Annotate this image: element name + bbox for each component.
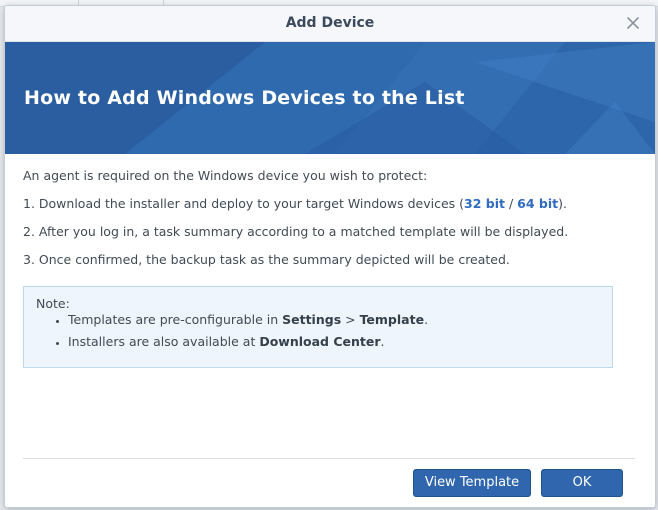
note-list: Templates are pre-configurable in Settin… <box>24 309 428 353</box>
step-2: 2. After you log in, a task summary acco… <box>23 224 569 239</box>
dialog-titlebar: Add Device <box>5 6 655 42</box>
instruction-banner: How to Add Windows Devices to the List <box>5 42 655 154</box>
link-separator: / <box>505 196 518 211</box>
note-item-text: Installers are also available at <box>68 334 260 349</box>
note-item-suffix: . <box>424 312 429 327</box>
path-separator: > <box>341 312 360 327</box>
template-label: Template <box>359 312 425 327</box>
dialog-title: Add Device <box>285 15 375 31</box>
note-box: Note: Templates are pre-configurable in … <box>23 286 613 368</box>
step-1-suffix: ). <box>558 196 567 211</box>
footer-divider <box>23 458 635 459</box>
step-1: 1. Download the installer and deploy to … <box>23 194 635 222</box>
note-item-installers: Installers are also available at Downloa… <box>68 331 428 353</box>
view-template-button[interactable]: View Template <box>413 469 531 497</box>
note-item-suffix: . <box>380 334 385 349</box>
download-64bit-link[interactable]: 64 bit <box>517 196 558 211</box>
step-3: 3. Once confirmed, the backup task as th… <box>23 252 510 267</box>
note-item-templates: Templates are pre-configurable in Settin… <box>68 309 428 331</box>
note-item-text: Templates are pre-configurable in <box>68 312 283 327</box>
download-32bit-link[interactable]: 32 bit <box>464 196 505 211</box>
add-device-dialog: Add Device How to Add Windows Devices to… <box>4 5 656 508</box>
download-center-label: Download Center <box>259 334 381 349</box>
ok-button[interactable]: OK <box>541 469 623 497</box>
instructions: An agent is required on the Windows devi… <box>23 166 635 278</box>
close-icon[interactable] <box>625 15 641 31</box>
intro-text: An agent is required on the Windows devi… <box>23 168 428 183</box>
banner-title: How to Add Windows Devices to the List <box>24 87 465 109</box>
step-1-text: 1. Download the installer and deploy to … <box>23 196 465 211</box>
settings-label: Settings <box>282 312 342 327</box>
